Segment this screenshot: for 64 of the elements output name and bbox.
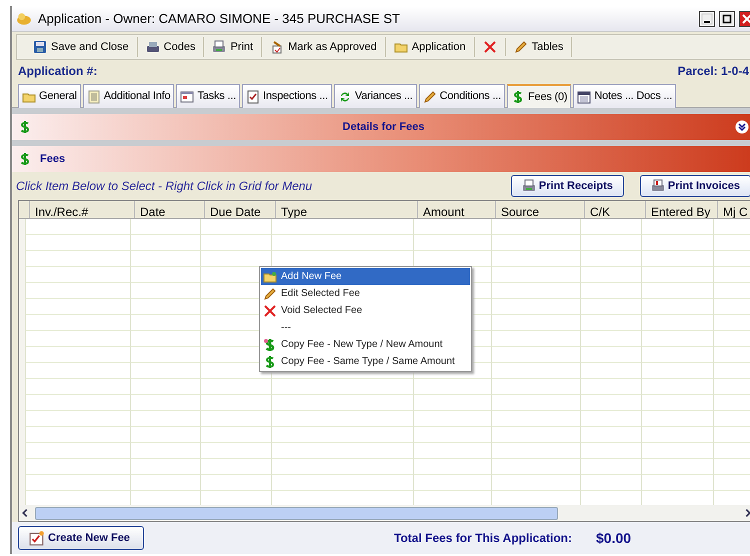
delete-icon [263, 304, 277, 318]
menu-item[interactable]: --- [261, 319, 470, 336]
create-fee-button[interactable]: Create New Fee [18, 526, 144, 550]
maximize-button[interactable] [719, 10, 735, 26]
menu-item[interactable]: Edit Selected Fee [261, 285, 470, 302]
stamp-icon [270, 40, 284, 54]
tab[interactable]: Conditions ... [418, 84, 506, 108]
dollar-icon [263, 338, 277, 352]
toolbar-button[interactable]: Codes [138, 36, 204, 58]
form-icon [29, 530, 45, 546]
tab[interactable]: Additional Info [82, 84, 174, 108]
dollar-icon [18, 152, 32, 166]
total-label: Total Fees for This Application: [394, 530, 572, 547]
pencil-icon [514, 40, 528, 54]
tab[interactable]: Notes ... Docs ... [573, 84, 676, 108]
toolbar-button[interactable]: Application [386, 36, 475, 58]
toolbar-button[interactable]: Print [204, 36, 262, 58]
tab[interactable]: Tasks ... [176, 84, 240, 108]
column-header[interactable]: Date [135, 201, 205, 218]
instruction-text: Click Item Below to Select - Right Click in Grid for Menu [16, 178, 312, 195]
toolbar-button[interactable]: Mark as Approved [262, 36, 386, 58]
printer-icon [146, 40, 160, 54]
menu-item[interactable]: Copy Fee - Same Type / Same Amount [261, 353, 470, 370]
print-button[interactable]: Print Receipts [510, 174, 624, 198]
calendar-icon [577, 90, 592, 104]
toolbar-button[interactable]: Save and Close [25, 36, 138, 58]
checklist-icon [246, 90, 260, 104]
tab[interactable]: Fees (0) [507, 84, 572, 108]
column-header[interactable]: Due Date [205, 201, 276, 218]
tab[interactable]: General [18, 84, 81, 108]
document-icon [86, 90, 101, 104]
close-icon [741, 12, 750, 24]
printer-icon [212, 40, 226, 54]
toolbar-button[interactable]: Tables [506, 36, 572, 58]
dollar-icon [18, 120, 32, 134]
details-title: Details for Fees [342, 120, 424, 135]
parcel-label: Parcel: 1-0-4 [678, 63, 749, 80]
minimize-icon [701, 12, 713, 24]
collapse-icon [734, 120, 749, 134]
delete-icon [482, 40, 497, 54]
print-button[interactable]: Print Invoices [640, 174, 750, 198]
minimize-button[interactable] [699, 10, 715, 26]
menu-item[interactable]: Copy Fee - New Type / New Amount [261, 336, 470, 353]
app-icon [16, 10, 32, 26]
application-number-label: Application #: [18, 63, 98, 80]
tab[interactable]: Variances ... [334, 84, 417, 108]
folder-icon [263, 270, 277, 284]
invoice-icon [650, 179, 665, 193]
maximize-icon [721, 12, 733, 24]
pencil-icon [422, 90, 437, 104]
printer-icon [522, 179, 536, 193]
dollar-icon [263, 354, 277, 368]
column-header[interactable]: Inv./Rec.# [30, 201, 135, 218]
tab[interactable]: Inspections ... [242, 84, 332, 108]
total-value: $0.00 [596, 528, 632, 548]
column-header[interactable]: C/K [585, 201, 646, 218]
window-title: Application - Owner: CAMARO SIMONE - 345 PURCHASE ST [38, 10, 401, 28]
column-header[interactable]: Source [496, 201, 585, 218]
horizontal-scrollbar[interactable] [19, 505, 750, 521]
column-header[interactable]: Amount [418, 201, 496, 218]
window-icon [180, 90, 194, 104]
menu-item[interactable]: Void Selected Fee [261, 302, 470, 319]
menu-item[interactable]: Add New Fee [261, 268, 470, 285]
section-title: Fees [40, 152, 66, 167]
